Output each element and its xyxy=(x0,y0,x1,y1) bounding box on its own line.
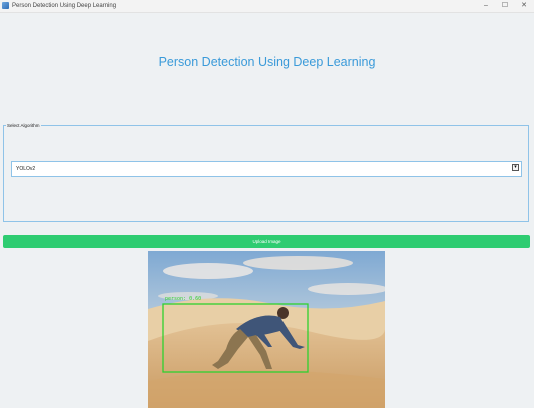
close-button[interactable]: ✕ xyxy=(512,0,534,12)
algorithm-group-label: Select Algorithm xyxy=(6,123,41,128)
window-title: Person Detection Using Deep Learning xyxy=(12,3,117,9)
app-icon xyxy=(2,2,9,9)
algorithm-select[interactable]: YOLOv2 ▾ xyxy=(11,161,522,177)
upload-image-button[interactable]: Upload Image xyxy=(3,235,530,248)
page-title: Person Detection Using Deep Learning xyxy=(158,55,376,69)
desert-scene xyxy=(148,251,385,408)
title-bar: Person Detection Using Deep Learning – ☐… xyxy=(0,0,534,13)
algorithm-select-value: YOLOv2 xyxy=(16,166,36,172)
detection-preview-image: person: 0.60 xyxy=(148,251,385,408)
detection-label: person: 0.60 xyxy=(165,296,202,302)
dropdown-arrow-icon[interactable]: ▾ xyxy=(512,164,519,171)
